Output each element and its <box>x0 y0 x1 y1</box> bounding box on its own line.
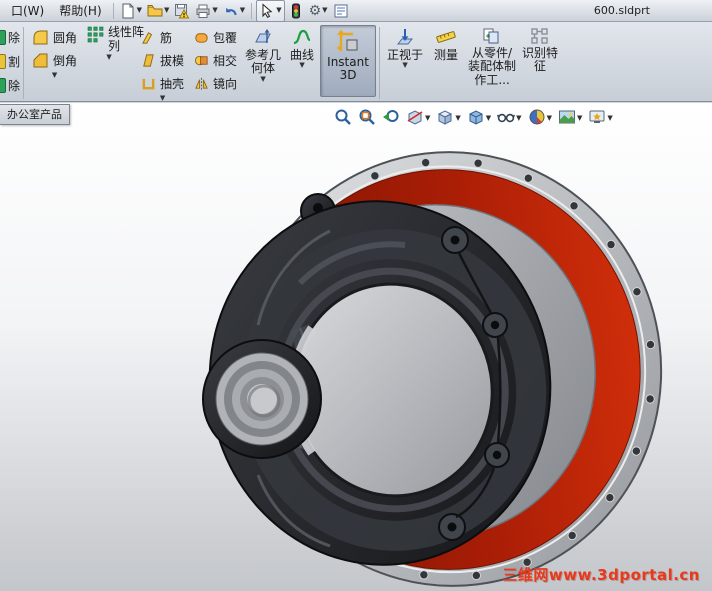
heads-up-view-toolbar: ▼ ▼ ▼ ▼ ▼ ▼ ▼ <box>334 108 613 129</box>
select-tool-button[interactable]: ▼ <box>256 0 285 22</box>
undo-icon <box>223 3 239 19</box>
eyeglasses-icon <box>497 108 516 129</box>
fillet-button[interactable]: 圆角 <box>30 26 79 49</box>
separator <box>23 27 24 99</box>
rib-button[interactable]: 筋 <box>139 26 174 49</box>
view-orientation-icon <box>436 108 454 129</box>
make-from-part-icon <box>482 27 502 45</box>
instant3d-button[interactable]: Instant3D <box>320 25 377 97</box>
zoom-to-fit-icon <box>334 108 352 129</box>
view-settings-button[interactable]: ▼ <box>588 108 613 129</box>
shell-icon <box>141 76 156 91</box>
previous-view-icon <box>382 108 400 129</box>
zoom-to-area-button[interactable] <box>358 108 376 129</box>
apply-scene-icon <box>558 108 576 129</box>
shell-dropdown-arrow[interactable]: ▼ <box>160 95 165 102</box>
fillet-dropdown-arrow[interactable]: ▼ <box>52 72 57 79</box>
graphics-viewport[interactable]: 办公室产品 ▼ ▼ ▼ ▼ ▼ ▼ ▼ 三维网www.3dportal.cn <box>0 103 712 591</box>
curves-button[interactable]: 曲线 ▼ <box>284 25 320 97</box>
revolved-cut-button[interactable]: 除 <box>0 73 20 97</box>
open-document-button[interactable]: ▼ <box>145 1 171 21</box>
section-view-icon <box>406 108 424 129</box>
select-arrow-icon <box>259 2 275 19</box>
wrap-button[interactable]: 包覆 <box>192 26 239 49</box>
model-3d-canvas[interactable] <box>0 103 712 591</box>
draft-icon <box>141 53 156 68</box>
reference-geometry-dropdown-arrow[interactable]: ▼ <box>260 75 265 83</box>
menu-window[interactable]: 口(W) <box>4 0 51 21</box>
recognize-features-icon <box>530 27 550 45</box>
menu-help[interactable]: 帮助(H) <box>52 0 108 21</box>
apply-scene-button[interactable]: ▼ <box>558 108 582 129</box>
extruded-cut-icon <box>0 29 6 45</box>
view-settings-icon <box>588 108 606 129</box>
bearing-boss <box>202 339 322 459</box>
printer-icon <box>195 3 211 19</box>
split-icon <box>0 53 6 69</box>
file-properties-button[interactable] <box>331 1 351 21</box>
fillet-icon <box>32 29 49 46</box>
chamfer-icon <box>32 52 49 69</box>
normal-to-dropdown-arrow[interactable]: ▼ <box>402 62 407 69</box>
mirror-button[interactable]: 镜向 <box>192 72 239 95</box>
separator <box>112 2 114 19</box>
display-style-button[interactable]: ▼ <box>467 108 491 129</box>
revolved-cut-icon <box>0 77 6 93</box>
chamfer-button[interactable]: 倒角 <box>30 49 79 72</box>
watermark-text: 三维网www.3dportal.cn <box>502 566 700 584</box>
file-properties-icon <box>333 3 349 19</box>
zoom-to-fit-button[interactable] <box>334 108 352 129</box>
truncated-cut-column: 除 割 除 <box>0 25 20 97</box>
make-from-part-button[interactable]: 从零件/装配体制作工... <box>465 25 519 97</box>
traffic-light-icon <box>288 3 304 19</box>
reference-geometry-icon <box>253 27 273 47</box>
zoom-to-area-icon <box>358 108 376 129</box>
undo-button[interactable]: ▼ <box>221 1 247 21</box>
cut-button[interactable]: 除 <box>0 25 20 49</box>
rebuild-button[interactable] <box>286 1 306 21</box>
separator <box>251 2 253 19</box>
mirror-icon <box>194 76 209 91</box>
intersect-button[interactable]: 相交 <box>192 49 239 72</box>
normal-to-button[interactable]: 正视于 ▼ <box>383 25 427 97</box>
options-button[interactable]: ⚙ ▼ <box>307 1 330 21</box>
draft-button[interactable]: 拔模 <box>139 49 186 72</box>
new-document-button[interactable]: ▼ <box>118 1 144 21</box>
linear-pattern-dropdown-arrow[interactable]: ▼ <box>106 53 111 61</box>
menu-bar: 口(W) 帮助(H) ▼ ▼ ▼ ▼ ▼ ⚙ ▼ 600.sldprt <box>0 0 712 22</box>
tab-office-products[interactable]: 办公室产品 <box>0 104 70 125</box>
command-manager-ribbon: 除 割 除 圆角 倒角 ▼ 线性阵列 ▼ 筋 拔模 抽壳 ▼ 包覆 相交 镜向 … <box>0 22 712 102</box>
save-button[interactable] <box>172 1 192 21</box>
linear-pattern-icon <box>87 26 104 43</box>
curves-dropdown-arrow[interactable]: ▼ <box>299 62 304 69</box>
previous-view-button[interactable] <box>382 108 400 129</box>
rib-icon <box>141 30 156 45</box>
curves-icon <box>292 27 312 47</box>
measure-icon <box>435 27 457 47</box>
open-folder-icon <box>147 3 163 19</box>
gear-icon: ⚙ <box>308 2 322 19</box>
intersect-icon <box>194 53 209 68</box>
print-button[interactable]: ▼ <box>193 1 219 21</box>
view-orientation-button[interactable]: ▼ <box>436 108 461 129</box>
instant3d-icon <box>335 28 361 54</box>
split-button[interactable]: 割 <box>0 49 20 73</box>
section-view-button[interactable]: ▼ <box>406 108 430 129</box>
appearance-sphere-icon <box>528 108 546 129</box>
measure-button[interactable]: 测量 <box>427 25 465 97</box>
edit-appearance-button[interactable]: ▼ <box>528 108 552 129</box>
display-style-icon <box>467 108 485 129</box>
save-warning-icon <box>174 3 190 19</box>
reference-geometry-button[interactable]: 参考几何体 ▼ <box>242 25 284 97</box>
document-filename: 600.sldprt <box>593 4 650 17</box>
shell-button[interactable]: 抽壳 <box>139 72 186 95</box>
separator <box>379 27 381 99</box>
hide-show-items-button[interactable]: ▼ <box>497 108 522 129</box>
recognize-features-button[interactable]: 识别特征 <box>519 25 561 97</box>
normal-to-icon <box>395 27 415 47</box>
wrap-icon <box>194 30 209 45</box>
new-document-icon <box>120 3 136 19</box>
